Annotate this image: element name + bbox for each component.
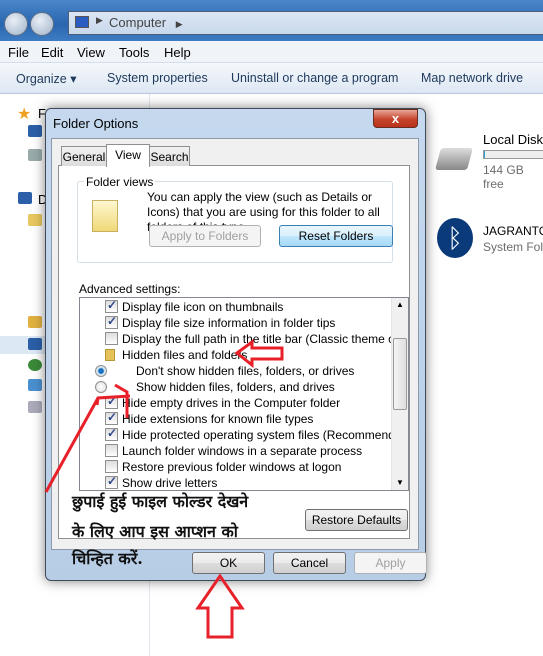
menu-bar: File Edit View Tools Help	[0, 41, 543, 63]
command-bar: Organize ▾ System properties Uninstall o…	[0, 63, 543, 94]
setting-label: Launch folder windows in a separate proc…	[122, 444, 363, 458]
setting-label: Display the full path in the title bar (…	[122, 332, 409, 346]
menu-edit[interactable]: Edit	[41, 45, 63, 60]
organize-button[interactable]: Organize ▾	[16, 71, 76, 86]
checkbox-checked[interactable]	[105, 298, 118, 313]
apply-button[interactable]: Apply	[354, 552, 427, 574]
checkbox-checked[interactable]	[105, 410, 118, 425]
hard-disk-icon	[435, 148, 473, 170]
scroll-up-icon[interactable]: ▲	[396, 300, 404, 309]
folder-view-icon	[92, 200, 118, 232]
setting-label: Hidden files and folders	[122, 348, 248, 362]
checkbox-unchecked[interactable]	[105, 444, 118, 457]
folder-icon	[105, 349, 115, 361]
recent-places-icon	[28, 149, 42, 161]
checkbox-unchecked[interactable]	[105, 332, 118, 345]
setting-label: Show hidden files, folders, and drives	[136, 380, 335, 394]
setting-label: Hide protected operating system files (R…	[122, 428, 409, 442]
address-bar[interactable]: ▶ Computer ▶	[68, 11, 543, 35]
back-button[interactable]	[4, 12, 28, 36]
menu-tools[interactable]: Tools	[119, 45, 149, 60]
advanced-settings-list: Display file icon on thumbnails Display f…	[79, 297, 409, 491]
ok-button[interactable]: OK	[192, 552, 265, 574]
advanced-settings-label: Advanced settings:	[79, 282, 181, 296]
local-disk-name[interactable]: Local Disk (	[483, 132, 543, 147]
checkbox-checked[interactable]	[105, 426, 118, 441]
computer-icon	[75, 16, 89, 28]
radio-selected[interactable]	[95, 365, 107, 377]
setting-label: Hide extensions for known file types	[122, 412, 314, 426]
arrow-to-ok	[195, 573, 245, 639]
recycle-bin-icon	[28, 401, 42, 413]
disk-free-space: 144 GB free	[483, 163, 524, 191]
annotation-line-1: छुपाई हुई फाइल फोल्डर देखने	[72, 492, 249, 511]
desktop-icon	[28, 125, 42, 137]
setting-label: Show drive letters	[122, 476, 218, 490]
dialog-title: Folder Options	[53, 116, 139, 131]
bluetooth-icon: ᛒ	[437, 218, 473, 258]
computer-icon	[28, 338, 42, 350]
checkbox-unchecked[interactable]	[105, 460, 118, 473]
setting-label: Display file icon on thumbnails	[122, 300, 284, 314]
tab-general[interactable]: General	[61, 146, 107, 166]
control-panel-icon	[28, 379, 42, 391]
uninstall-program-button[interactable]: Uninstall or change a program	[231, 71, 398, 85]
reset-folders-button[interactable]: Reset Folders	[279, 225, 393, 247]
tab-search[interactable]: Search	[149, 146, 190, 166]
menu-file[interactable]: File	[8, 45, 29, 60]
bluetooth-folder-name[interactable]: JAGRANTO	[483, 224, 543, 238]
setting-label: Restore previous folder windows at logon	[122, 460, 342, 474]
breadcrumb-arrow-icon: ▶	[96, 15, 103, 25]
network-icon	[28, 359, 42, 371]
annotation-line-2: के लिए आप इस आप्शन को	[72, 522, 238, 541]
tab-view[interactable]: View	[106, 144, 150, 167]
disk-usage-bar	[483, 150, 543, 159]
annotation-line-3: चिन्हित करें.	[72, 549, 143, 568]
scroll-down-icon[interactable]: ▼	[396, 478, 404, 487]
setting-label: Display file size information in folder …	[122, 316, 336, 330]
restore-defaults-button[interactable]: Restore Defaults	[305, 509, 408, 531]
folder-icon	[28, 316, 42, 328]
menu-view[interactable]: View	[77, 45, 105, 60]
checkbox-checked[interactable]	[105, 314, 118, 329]
radio-unselected[interactable]	[95, 381, 107, 393]
cancel-button[interactable]: Cancel	[273, 552, 346, 574]
settings-scrollbar[interactable]: ▲ ▼	[391, 298, 408, 490]
system-properties-button[interactable]: System properties	[107, 71, 208, 85]
scroll-thumb[interactable]	[393, 338, 407, 410]
apply-to-folders-button[interactable]: Apply to Folders	[149, 225, 261, 247]
forward-button[interactable]	[30, 12, 54, 36]
checkbox-checked[interactable]	[105, 394, 118, 409]
map-network-drive-button[interactable]: Map network drive	[421, 71, 523, 85]
folder-views-legend: Folder views	[84, 175, 156, 189]
breadcrumb-computer[interactable]: Computer	[109, 15, 166, 30]
menu-help[interactable]: Help	[164, 45, 191, 60]
desktop-icon	[18, 192, 32, 204]
setting-label: Hide empty drives in the Computer folder	[122, 396, 341, 410]
favorites-star-icon: ★	[17, 106, 32, 123]
breadcrumb-arrow-icon: ▶	[175, 19, 183, 29]
setting-label: Don't show hidden files, folders, or dri…	[136, 364, 355, 378]
bluetooth-folder-type: System Fold	[483, 240, 543, 254]
checkbox-checked[interactable]	[105, 474, 118, 489]
libraries-icon	[28, 214, 42, 226]
close-button[interactable]: x	[373, 109, 418, 128]
